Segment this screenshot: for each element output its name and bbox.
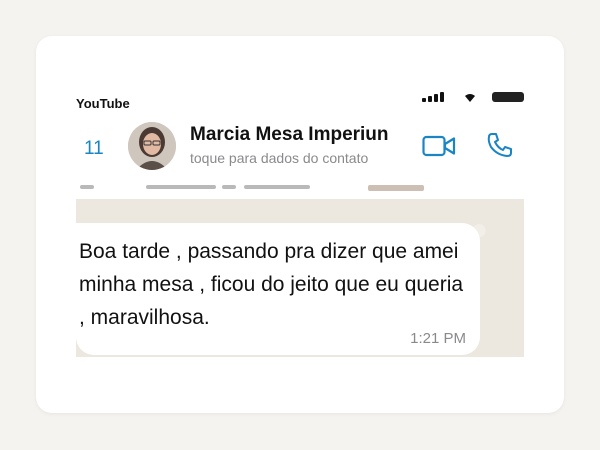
message-timestamp: 1:21 PM — [410, 330, 466, 347]
battery-icon — [492, 92, 524, 102]
phone-icon[interactable] — [486, 131, 514, 159]
chat-header: 11 Marcia Mesa Imperiun toque para dados… — [76, 112, 524, 184]
back-to-app-label[interactable]: YouTube — [76, 96, 130, 111]
incoming-message-bubble[interactable]: Boa tarde , passando pra dizer que amei … — [76, 223, 480, 355]
message-text: Boa tarde , passando pra dizer que amei … — [79, 240, 464, 329]
chat-screenshot: YouTube 11 Marcia Mesa Imperiun toque pa… — [76, 92, 524, 357]
screenshot-card: YouTube 11 Marcia Mesa Imperiun toque pa… — [36, 36, 564, 413]
contact-info-hint[interactable]: toque para dados do contato — [190, 150, 368, 166]
cellular-signal-icon — [422, 92, 446, 102]
back-button-unread-count[interactable]: 11 — [84, 138, 104, 160]
contact-name[interactable]: Marcia Mesa Imperiun — [190, 124, 389, 146]
status-bar: YouTube — [76, 92, 524, 112]
contact-avatar[interactable] — [128, 122, 176, 170]
chat-background: Boa tarde , passando pra dizer que amei … — [76, 199, 524, 357]
wifi-icon — [465, 94, 475, 102]
previous-message-peek — [76, 184, 524, 194]
video-camera-icon[interactable] — [422, 133, 456, 159]
